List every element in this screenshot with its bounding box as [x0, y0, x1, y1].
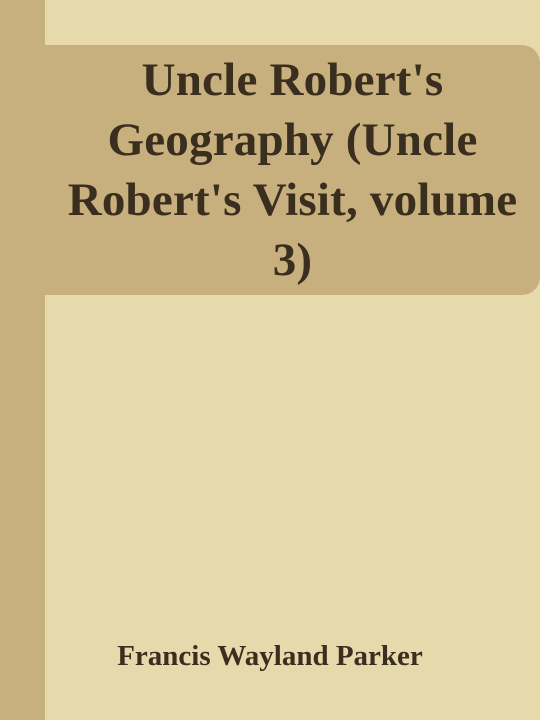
title-panel: Uncle Robert's Geography (Uncle Robert's… [45, 45, 540, 295]
cover-spine [0, 0, 45, 720]
book-author: Francis Wayland Parker [117, 640, 423, 672]
book-cover: Uncle Robert's Geography (Uncle Robert's… [0, 0, 540, 720]
book-title: Uncle Robert's Geography (Uncle Robert's… [67, 54, 518, 286]
